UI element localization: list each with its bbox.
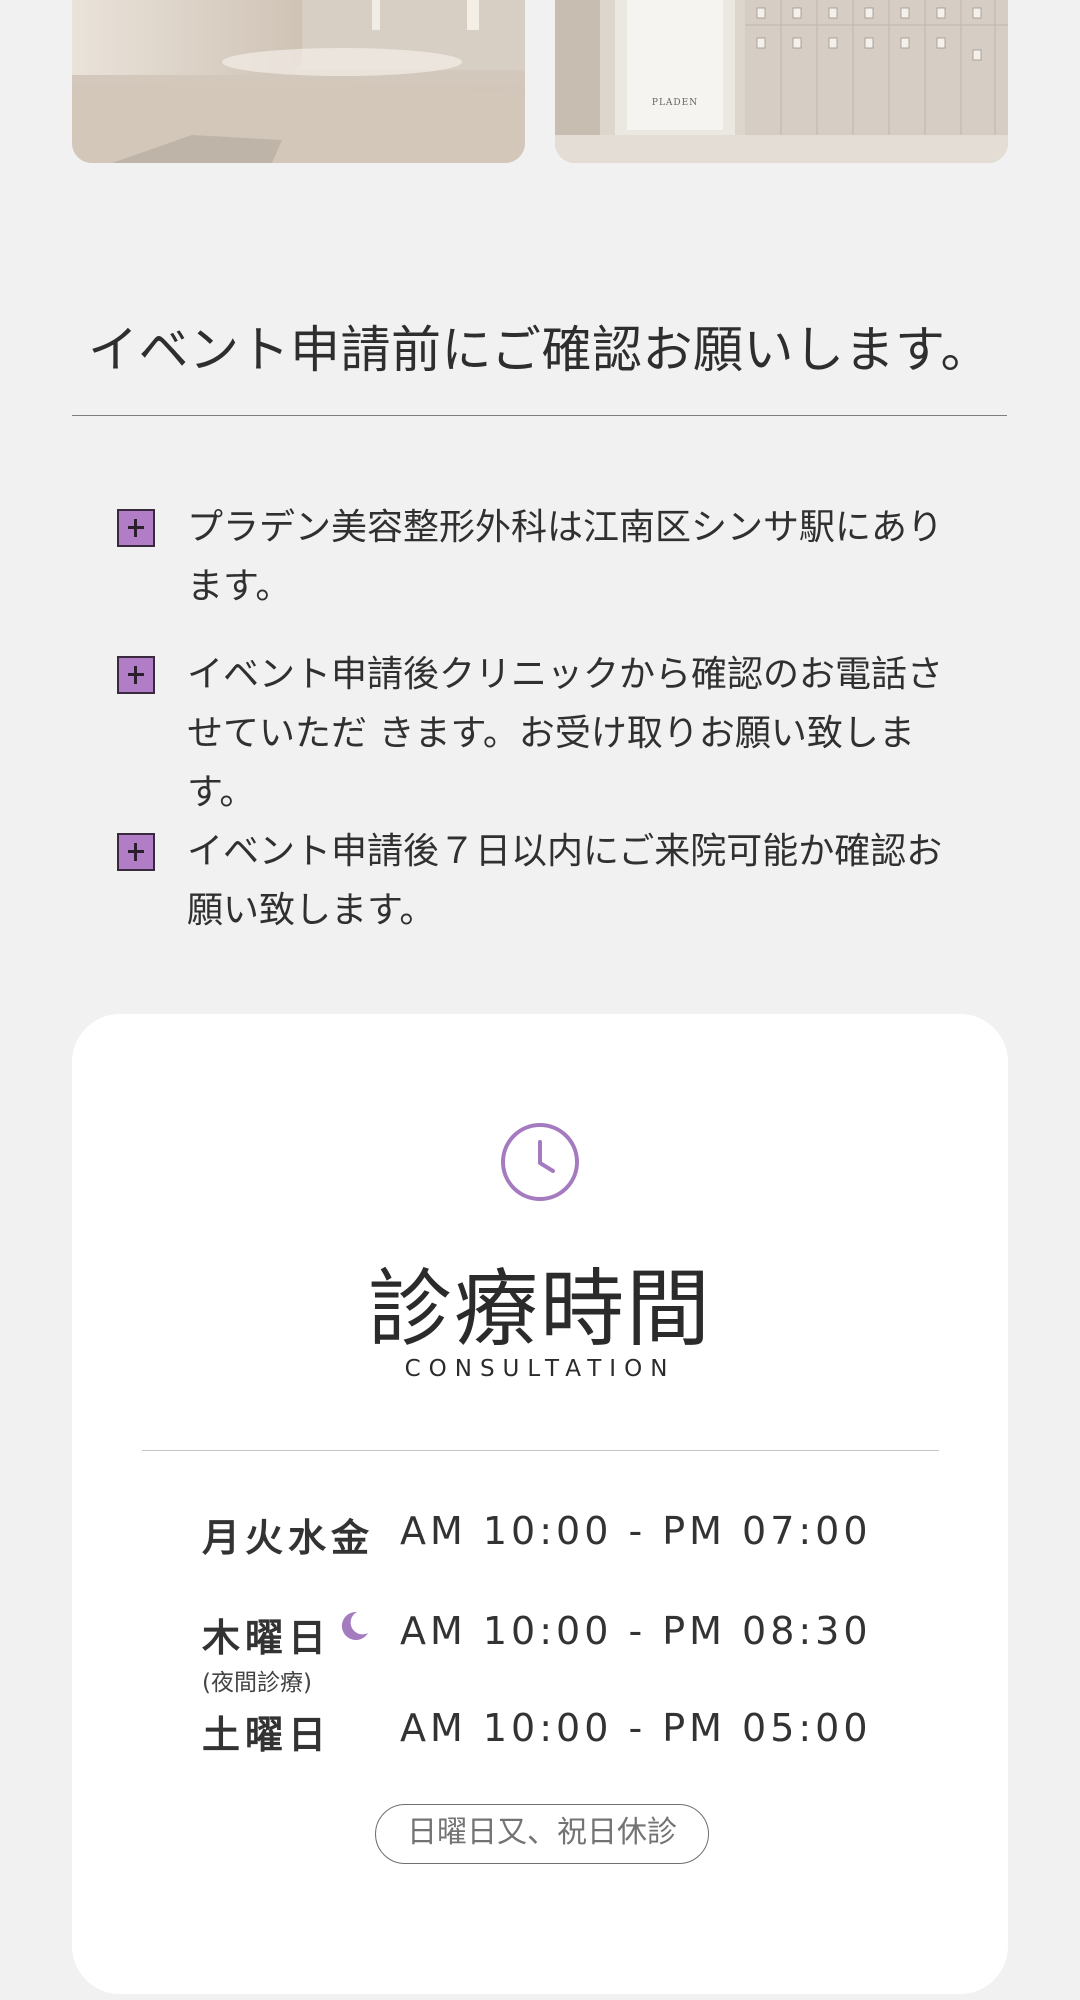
notice-item: プラデン美容整形外科は江南区シンサ駅にあります。 bbox=[117, 498, 957, 616]
clinic-lobby-photo bbox=[72, 0, 525, 163]
notice-item-text: イベント申請後７日以内にご来院可能か確認お願い致します。 bbox=[187, 831, 943, 931]
hours-row-thursday: 木曜日 (夜間診療) AM 10:00 - PM 08:30 bbox=[202, 1607, 922, 1696]
notice-item: イベント申請後７日以内にご来院可能か確認お願い致します。 bbox=[117, 822, 957, 940]
plus-box-icon bbox=[117, 509, 155, 547]
hours-time: AM 10:00 - PM 08:30 bbox=[400, 1609, 872, 1653]
notice-item-text: イベント申請後クリニックから確認のお電話させていただ きます。お受け取りお願い致… bbox=[187, 654, 944, 813]
night-consultation-note: (夜間診療) bbox=[202, 1670, 312, 1696]
hours-title: 診療時間 bbox=[367, 1260, 712, 1358]
notice-divider bbox=[72, 415, 1007, 416]
hours-time: AM 10:00 - PM 05:00 bbox=[400, 1706, 872, 1750]
notice-title: イベント申請前にご確認お願いします。 bbox=[88, 321, 991, 379]
hours-row-saturday: 土曜日 AM 10:00 - PM 05:00 bbox=[202, 1704, 922, 1764]
hours-row-weekdays: 月火水金 AM 10:00 - PM 07:00 bbox=[202, 1507, 922, 1567]
plus-box-icon bbox=[117, 656, 155, 694]
closed-days-badge: 日曜日又、祝日休診 bbox=[375, 1804, 709, 1864]
hours-day: 木曜日 bbox=[202, 1616, 332, 1660]
notice-item: イベント申請後クリニックから確認のお電話させていただ きます。お受け取りお願い致… bbox=[117, 645, 957, 822]
plus-box-icon bbox=[117, 833, 155, 871]
notice-item-text: プラデン美容整形外科は江南区シンサ駅にあります。 bbox=[187, 507, 944, 607]
clinic-locker-room-photo: PLADEN bbox=[555, 0, 1008, 163]
svg-text:PLADEN: PLADEN bbox=[652, 98, 698, 108]
hours-day: 土曜日 bbox=[202, 1713, 332, 1757]
consultation-hours-card: 診療時間 CONSULTATION 月火水金 AM 10:00 - PM 07:… bbox=[72, 1014, 1008, 1994]
moon-icon bbox=[341, 1611, 368, 1640]
hours-divider bbox=[142, 1450, 939, 1451]
hours-time: AM 10:00 - PM 07:00 bbox=[400, 1509, 872, 1553]
hours-subtitle: CONSULTATION bbox=[404, 1356, 676, 1382]
notice-list: プラデン美容整形外科は江南区シンサ駅にあります。 イベント申請後クリニックから確… bbox=[117, 498, 957, 940]
hours-day: 月火水金 bbox=[202, 1516, 375, 1560]
clock-icon bbox=[501, 1123, 579, 1201]
